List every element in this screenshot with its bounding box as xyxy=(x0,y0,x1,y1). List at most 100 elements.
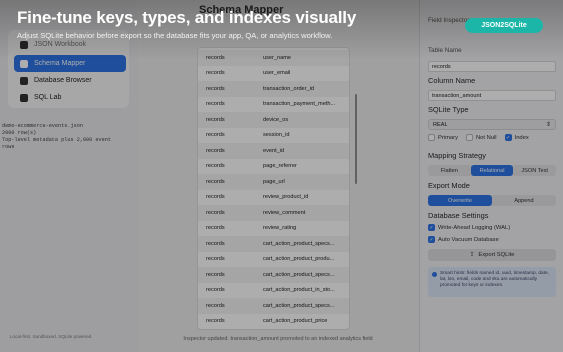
export-option-overwrite[interactable]: Overwrite xyxy=(428,195,492,206)
sidebar-footer: Local-first. Sandboxed. SQLite powered. xyxy=(10,334,93,339)
sidebar-nav: JSON Workbook Schema Mapper Database Bro… xyxy=(8,30,129,108)
table-scrollbar[interactable] xyxy=(355,94,357,184)
row-table-name: records xyxy=(206,302,225,309)
row-column-name: event_id xyxy=(263,147,285,154)
row-column-name: cart_action_product_specs... xyxy=(263,302,335,309)
table-row[interactable]: records cart_action_product_specs... xyxy=(198,267,349,283)
auto-vacuum-checkbox[interactable]: ✓ Auto Vacuum Database xyxy=(428,236,499,243)
chevron-updown-icon: ⇕ xyxy=(545,122,551,128)
document-icon xyxy=(20,40,28,49)
field-table: records user_name records user_email records… xyxy=(197,47,350,330)
row-table-name: records xyxy=(206,163,225,170)
table-row[interactable]: records cart_action_product_produ... xyxy=(198,252,349,268)
file-description-cont: rows xyxy=(2,144,15,150)
file-name: demo-ecommerce-events.json xyxy=(2,123,83,129)
wal-label: Write-Ahead Logging (WAL) xyxy=(438,224,511,231)
primary-checkbox[interactable]: Primary xyxy=(428,134,458,141)
table-row[interactable]: records review_rating xyxy=(198,221,349,237)
inspector-heading: Field Inspector xyxy=(428,17,470,24)
checkbox-icon xyxy=(465,134,473,141)
app-badge: JSON2SQLite xyxy=(465,18,543,33)
table-row[interactable]: records cart_action_product_in_sto... xyxy=(198,283,349,299)
sidebar-item-label: JSON Workbook xyxy=(34,41,86,48)
row-column-name: page_referrer xyxy=(263,163,297,170)
row-table-name: records xyxy=(206,287,225,294)
row-table-name: records xyxy=(206,256,225,263)
row-column-name: user_email xyxy=(263,70,291,77)
terminal-icon xyxy=(20,93,28,102)
sidebar-item-label: SQL Lab xyxy=(34,94,62,101)
table-row[interactable]: records transaction_payment_meth... xyxy=(198,97,349,113)
sidebar-item-label: Database Browser xyxy=(34,77,92,84)
row-column-name: session_id xyxy=(263,132,290,139)
primary-label: Primary xyxy=(438,134,458,141)
mapping-strategy-segmented: Flatten Relational JSON Text xyxy=(428,165,556,176)
table-row[interactable]: records event_id xyxy=(198,143,349,159)
mapping-option-flatten[interactable]: Flatten xyxy=(428,165,471,176)
row-column-name: review_product_id xyxy=(263,194,309,201)
row-table-name: records xyxy=(206,225,225,232)
row-column-name: device_os xyxy=(263,116,289,123)
row-column-name: cart_action_product_specs... xyxy=(263,240,335,247)
row-column-name: transaction_payment_meth... xyxy=(263,101,336,108)
table-row[interactable]: records transaction_order_id xyxy=(198,81,349,97)
table-row[interactable]: records review_comment xyxy=(198,205,349,221)
index-checkbox[interactable]: ✓ Index xyxy=(504,134,529,141)
table-row[interactable]: records session_id xyxy=(198,128,349,144)
checkmark-icon: ✓ xyxy=(504,134,512,141)
sidebar: JSON Workbook Schema Mapper Database Bro… xyxy=(0,0,137,352)
row-count: 2000 row(s) xyxy=(2,130,37,136)
file-info: demo-ecommerce-events.json 2000 row(s) T… xyxy=(2,123,134,151)
smart-hints-text: Smart hints: fields named id, uuid, time… xyxy=(440,271,550,288)
table-row[interactable]: records user_email xyxy=(198,66,349,82)
info-icon xyxy=(432,272,437,277)
mapping-option-json-text[interactable]: JSON Text xyxy=(513,165,556,176)
table-row[interactable]: records cart_action_product_specs... xyxy=(198,298,349,314)
smart-hints-box: Smart hints: fields named id, uuid, time… xyxy=(428,267,556,297)
table-name-field[interactable]: records xyxy=(428,61,556,72)
row-column-name: review_comment xyxy=(263,209,306,216)
table-row[interactable]: records review_product_id xyxy=(198,190,349,206)
mapping-option-relational[interactable]: Relational xyxy=(470,165,514,176)
mapping-strategy-label: Mapping Strategy xyxy=(428,151,486,160)
schema-mapper-view: Schema Mapper records user_name records use… xyxy=(137,0,419,352)
row-column-name: cart_action_product_produ... xyxy=(263,256,335,263)
row-table-name: records xyxy=(206,209,225,216)
export-sqlite-button[interactable]: ⇪ Export SQLite xyxy=(428,249,556,261)
row-table-name: records xyxy=(206,85,225,92)
file-description: Top-level metadata plus 2,000 event xyxy=(2,137,111,143)
sidebar-item-schema-mapper[interactable]: Schema Mapper xyxy=(14,55,126,72)
export-option-append[interactable]: Append xyxy=(492,195,556,206)
status-message: Inspector updated. transaction_amount pr… xyxy=(183,336,373,342)
index-label: Index xyxy=(514,134,529,141)
wal-checkbox[interactable]: ✓ Write-Ahead Logging (WAL) xyxy=(428,224,510,231)
table-row[interactable]: records user_name xyxy=(198,50,349,66)
export-mode-segmented: Overwrite Append xyxy=(428,195,556,206)
banner-headline: Fine-tune keys, types, and indexes visua… xyxy=(17,8,357,27)
column-name-label: Column Name xyxy=(428,76,476,85)
export-icon: ⇪ xyxy=(469,252,475,258)
not-null-checkbox[interactable]: Not Null xyxy=(465,134,497,141)
sidebar-item-label: Schema Mapper xyxy=(34,60,86,67)
checkbox-icon xyxy=(428,134,435,141)
database-settings-label: Database Settings xyxy=(428,211,489,220)
export-sqlite-label: Export SQLite xyxy=(478,252,515,258)
row-table-name: records xyxy=(206,194,225,201)
sqlite-type-select[interactable]: REAL ⇕ xyxy=(428,119,556,130)
sqlite-type-value: REAL xyxy=(433,121,448,128)
table-row[interactable]: records page_referrer xyxy=(198,159,349,175)
table-row[interactable]: records device_os xyxy=(198,112,349,128)
table-row[interactable]: records page_url xyxy=(198,174,349,190)
sidebar-item-sql-lab[interactable]: SQL Lab xyxy=(14,89,126,106)
table-row[interactable]: records cart_action_product_specs... xyxy=(198,236,349,252)
row-table-name: records xyxy=(206,178,225,185)
database-icon xyxy=(20,76,28,85)
sidebar-item-database-browser[interactable]: Database Browser xyxy=(14,72,126,89)
table-name-label: Table Name xyxy=(428,47,462,54)
table-row[interactable]: records cart_action_product_price xyxy=(198,314,349,330)
row-table-name: records xyxy=(206,318,225,325)
row-column-name: page_url xyxy=(263,178,285,185)
row-table-name: records xyxy=(206,54,225,61)
field-inspector: Field Inspector Table Name records Colum… xyxy=(419,0,563,352)
column-name-field[interactable]: transaction_amount xyxy=(428,90,556,101)
